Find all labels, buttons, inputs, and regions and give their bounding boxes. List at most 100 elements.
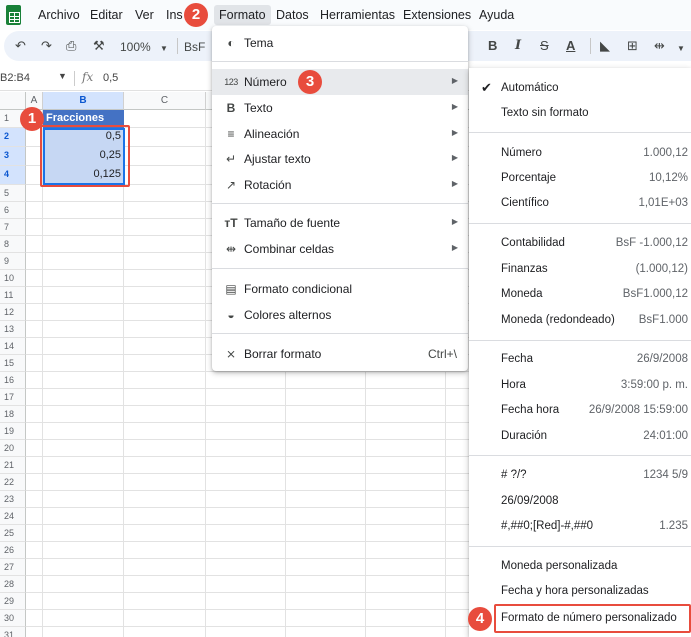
- row-header-8[interactable]: 8: [0, 236, 26, 253]
- menu-item-borrar-formato[interactable]: ⨯ Borrar formato Ctrl+\: [212, 341, 468, 367]
- submenu-item-moneda-personalizada[interactable]: Moneda personalizada: [469, 554, 691, 579]
- undo-icon[interactable]: ↶: [15, 38, 26, 54]
- row-header-25[interactable]: 25: [0, 525, 26, 542]
- row-header-24[interactable]: 24: [0, 508, 26, 525]
- row-header-5[interactable]: 5: [0, 185, 26, 202]
- menu-shortcut: Ctrl+\: [427, 347, 457, 361]
- row-header-10[interactable]: 10: [0, 270, 26, 287]
- menu-editar[interactable]: Editar: [90, 8, 123, 22]
- menu-datos[interactable]: Datos: [276, 8, 309, 22]
- menu-archivo[interactable]: Archivo: [38, 8, 80, 22]
- menu-item-tamano-fuente[interactable]: ᴛT Tamaño de fuente ▶: [212, 210, 468, 236]
- submenu-item-formato-rojo[interactable]: #,##0;[Red]-#,##0 1.235: [469, 514, 691, 539]
- row-header-30[interactable]: 30: [0, 610, 26, 627]
- redo-icon[interactable]: ↷: [41, 38, 52, 54]
- menu-ver[interactable]: Ver: [135, 8, 154, 22]
- menu-formato[interactable]: Formato: [214, 5, 271, 25]
- submenu-item-moneda[interactable]: Moneda BsF1.000,12: [469, 282, 691, 307]
- menu-item-ajustar-texto[interactable]: ↵ Ajustar texto ▶: [212, 146, 468, 172]
- row-header-19[interactable]: 19: [0, 423, 26, 440]
- print-icon[interactable]: ⎙: [66, 38, 76, 54]
- submenu-item-cientifico[interactable]: Científico 1,01E+03: [469, 191, 691, 216]
- menu-herramientas[interactable]: Herramientas: [320, 8, 395, 22]
- row-header-16[interactable]: 16: [0, 372, 26, 389]
- zoom-select[interactable]: 100%: [120, 39, 151, 55]
- italic-icon[interactable]: I: [515, 38, 521, 54]
- submenu-arrow-icon: ▶: [451, 102, 458, 111]
- sheets-logo-icon[interactable]: [6, 5, 21, 25]
- menu-ayuda[interactable]: Ayuda: [479, 8, 514, 22]
- submenu-item-fecha-hora-personalizadas[interactable]: Fecha y hora personalizadas: [469, 579, 691, 604]
- row-header-15[interactable]: 15: [0, 355, 26, 372]
- name-box-chevron-down-icon[interactable]: ▼: [58, 71, 67, 81]
- row-header-27[interactable]: 27: [0, 559, 26, 576]
- row-header-31[interactable]: 31: [0, 627, 26, 637]
- column-header-b[interactable]: B: [43, 92, 124, 110]
- row-header-3[interactable]: 3: [0, 147, 26, 166]
- formula-input[interactable]: 0,5: [103, 72, 118, 84]
- row-header-13[interactable]: 13: [0, 321, 26, 338]
- row-header-14[interactable]: 14: [0, 338, 26, 355]
- row-header-18[interactable]: 18: [0, 406, 26, 423]
- submenu-divider: [469, 455, 691, 456]
- menu-item-colores-alternos[interactable]: ◒ Colores alternos: [212, 302, 468, 328]
- bold-icon[interactable]: B: [488, 38, 497, 54]
- select-all-corner[interactable]: [0, 92, 26, 110]
- menu-extensiones[interactable]: Extensiones: [403, 8, 471, 22]
- row-header-7[interactable]: 7: [0, 219, 26, 236]
- row-header-11[interactable]: 11: [0, 287, 26, 304]
- submenu-item-porcentaje[interactable]: Porcentaje 10,12%: [469, 166, 691, 191]
- row-header-22[interactable]: 22: [0, 474, 26, 491]
- row-header-2[interactable]: 2: [0, 128, 26, 147]
- submenu-item-label: # ?/?: [501, 469, 527, 481]
- menu-divider: [212, 203, 468, 204]
- menu-item-texto[interactable]: B Texto ▶: [212, 95, 468, 121]
- row-header-9[interactable]: 9: [0, 253, 26, 270]
- number-format-icon: 123: [224, 77, 238, 87]
- menu-item-combinar-celdas[interactable]: ⇹ Combinar celdas ▶: [212, 236, 468, 262]
- text-color-icon[interactable]: A: [566, 38, 575, 54]
- submenu-item-example: 1.000,12: [643, 147, 688, 159]
- paint-format-icon[interactable]: ⚒: [93, 38, 105, 54]
- row-header-29[interactable]: 29: [0, 593, 26, 610]
- submenu-item-numero[interactable]: Número 1.000,12: [469, 141, 691, 166]
- submenu-arrow-icon: ▶: [451, 128, 458, 137]
- submenu-item-fecha-hora[interactable]: Fecha hora 26/9/2008 15:59:00: [469, 398, 691, 423]
- submenu-item-texto-sin-formato[interactable]: Texto sin formato: [469, 101, 691, 126]
- submenu-item-finanzas[interactable]: Finanzas (1.000,12): [469, 257, 691, 282]
- borders-icon[interactable]: ⊞: [627, 38, 638, 54]
- submenu-item-hora[interactable]: Hora 3:59:00 p. m.: [469, 373, 691, 398]
- submenu-item-moneda-redondeado[interactable]: Moneda (redondeado) BsF1.000: [469, 308, 691, 333]
- row-header-21[interactable]: 21: [0, 457, 26, 474]
- menu-insertar[interactable]: Ins: [166, 8, 183, 22]
- submenu-item-contabilidad[interactable]: Contabilidad BsF -1.000,12: [469, 231, 691, 256]
- name-box[interactable]: B2:B4: [0, 72, 30, 84]
- strikethrough-icon[interactable]: S: [540, 38, 549, 54]
- row-header-28[interactable]: 28: [0, 576, 26, 593]
- row-header-17[interactable]: 17: [0, 389, 26, 406]
- column-header-c[interactable]: C: [124, 92, 206, 110]
- merge-chevron-down-icon[interactable]: ▼: [677, 41, 685, 57]
- submenu-item-fecha[interactable]: Fecha 26/9/2008: [469, 347, 691, 372]
- merge-cells-icon[interactable]: ⇹: [654, 38, 665, 54]
- menu-item-tema[interactable]: ◐ Tema: [212, 30, 468, 56]
- submenu-item-fecha-dd-mm-aaaa[interactable]: 26/09/2008: [469, 489, 691, 514]
- menu-item-formato-condicional[interactable]: ▤ Formato condicional: [212, 276, 468, 302]
- submenu-item-label: Duración: [501, 430, 548, 442]
- fill-color-icon[interactable]: ◣: [600, 38, 610, 54]
- submenu-item-duracion[interactable]: Duración 24:01:00: [469, 424, 691, 449]
- row-header-12[interactable]: 12: [0, 304, 26, 321]
- menu-item-numero[interactable]: 123 Número ▶: [212, 69, 468, 95]
- zoom-chevron-down-icon[interactable]: ▼: [160, 41, 168, 57]
- submenu-item-automatico[interactable]: ✔ Automático: [469, 76, 691, 101]
- submenu-item-fraccion[interactable]: # ?/? 1234 5/9: [469, 463, 691, 488]
- row-header-4[interactable]: 4: [0, 166, 26, 185]
- row-header-6[interactable]: 6: [0, 202, 26, 219]
- menu-item-rotacion[interactable]: ↗ Rotación ▶: [212, 172, 468, 198]
- row-header-23[interactable]: 23: [0, 491, 26, 508]
- row-header-26[interactable]: 26: [0, 542, 26, 559]
- row-header-20[interactable]: 20: [0, 440, 26, 457]
- menu-item-alineacion[interactable]: ≡ Alineación ▶: [212, 121, 468, 147]
- currency-format-button[interactable]: BsF: [184, 39, 205, 55]
- submenu-item-label: Científico: [501, 197, 549, 209]
